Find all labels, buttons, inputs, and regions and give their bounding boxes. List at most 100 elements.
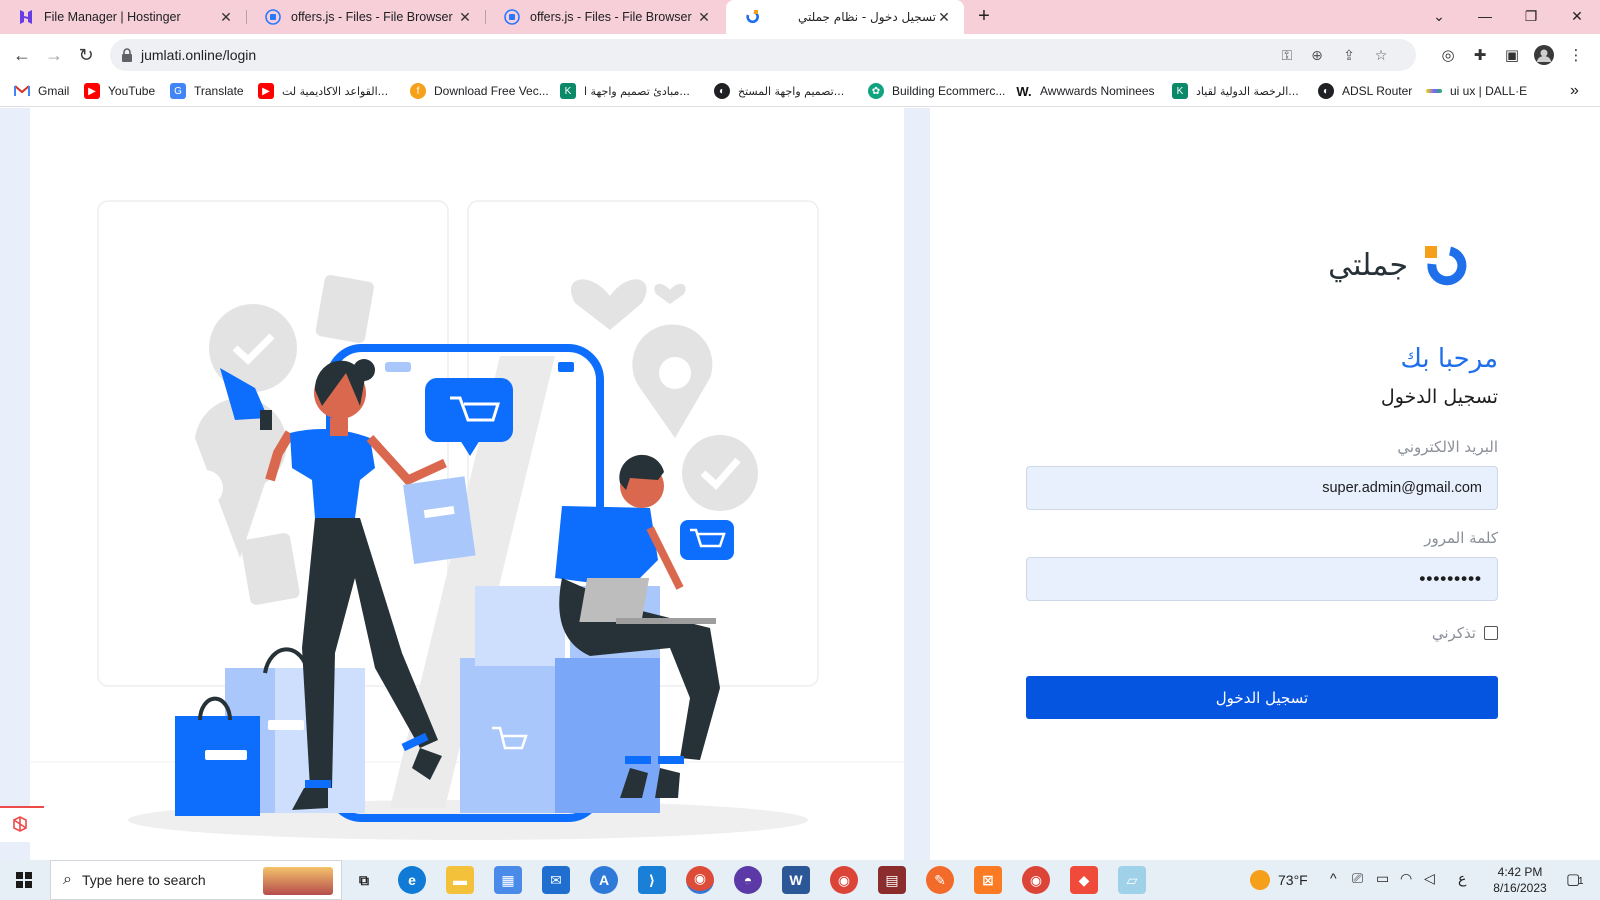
bookmark-label: الرخصة الدولية لقياد... bbox=[1196, 84, 1299, 98]
task-view-icon[interactable]: ⧉ bbox=[350, 866, 378, 894]
bookmark-label: تصميم واجهة المستخ... bbox=[738, 84, 845, 98]
word-icon[interactable]: W bbox=[782, 866, 810, 894]
extensions-puzzle-icon[interactable]: ✚ bbox=[1470, 45, 1490, 65]
bookmark-youtube[interactable]: ▶ YouTube bbox=[84, 82, 155, 100]
debugbar-icon[interactable] bbox=[0, 806, 44, 842]
lock-icon[interactable] bbox=[118, 46, 136, 64]
zoom-icon[interactable]: ⊕ bbox=[1308, 46, 1326, 64]
tab-offers-2[interactable]: offers.js - Files - File Browser ✕ bbox=[486, 0, 724, 34]
reload-icon[interactable]: ↻ bbox=[72, 41, 100, 69]
wifi-icon[interactable]: ◠ bbox=[1400, 870, 1412, 887]
edge-icon[interactable]: e bbox=[398, 866, 426, 894]
bookmark-label: Translate bbox=[194, 84, 244, 98]
tab-search-icon[interactable]: ⌄ bbox=[1416, 0, 1462, 32]
extension-icon[interactable]: ◎ bbox=[1438, 45, 1458, 65]
tab-title: File Manager | Hostinger bbox=[44, 10, 181, 24]
key-icon[interactable]: ⚿ bbox=[1278, 46, 1296, 64]
volume-icon[interactable]: ◁ bbox=[1424, 870, 1435, 887]
close-tab-icon[interactable]: ✕ bbox=[457, 9, 473, 25]
chatgpt-icon: ✿ bbox=[868, 83, 884, 99]
input-language[interactable]: ع bbox=[1458, 871, 1466, 887]
chrome-alt-icon[interactable]: ◉ bbox=[1022, 866, 1050, 894]
bookmark-chatgpt[interactable]: ✿ Building Ecommerc... bbox=[868, 82, 1005, 100]
tab-title: offers.js - Files - File Browser bbox=[530, 10, 692, 24]
postman-icon[interactable]: ✎ bbox=[926, 866, 954, 894]
url-text: jumlati.online/login bbox=[141, 47, 257, 63]
page-scrollbar[interactable] bbox=[1586, 108, 1600, 860]
back-icon[interactable]: ← bbox=[8, 41, 36, 69]
remember-label: تذكرني bbox=[1431, 624, 1476, 642]
restore-icon[interactable]: ❐ bbox=[1508, 0, 1554, 32]
email-label: البريد الالكتروني bbox=[1397, 438, 1498, 456]
bookmark-license[interactable]: K الرخصة الدولية لقياد... bbox=[1172, 82, 1299, 100]
bookmark-star-icon[interactable]: ☆ bbox=[1372, 46, 1390, 64]
close-tab-icon[interactable]: ✕ bbox=[218, 9, 234, 25]
login-form-panel: جملتي مرحبا بك تسجيل الدخول البريد الالك… bbox=[930, 108, 1600, 860]
login-submit-button[interactable]: تسجيل الدخول bbox=[1026, 676, 1498, 719]
bookmark-freepik[interactable]: f Download Free Vec... bbox=[410, 82, 549, 100]
w-icon: W. bbox=[1016, 83, 1032, 99]
tab-file-manager[interactable]: File Manager | Hostinger ✕ bbox=[0, 0, 246, 34]
notification-center-icon[interactable]: ▢ 1 bbox=[1566, 870, 1588, 890]
welcome-title: مرحبا بك bbox=[1400, 344, 1498, 374]
password-field[interactable]: ••••••••• bbox=[1026, 557, 1498, 601]
app-store-icon[interactable]: A bbox=[590, 866, 618, 894]
bookmark-gmail[interactable]: Gmail bbox=[14, 82, 69, 100]
close-tab-icon[interactable]: ✕ bbox=[936, 9, 952, 25]
bookmark-youtube-ar[interactable]: ▶ القواعد الاكاديمية لت... bbox=[258, 82, 388, 100]
xampp-icon[interactable]: ⊠ bbox=[974, 866, 1002, 894]
tab-offers-1[interactable]: offers.js - Files - File Browser ✕ bbox=[247, 0, 485, 34]
forward-icon[interactable]: → bbox=[40, 41, 68, 69]
anydesk-icon[interactable]: ◆ bbox=[1070, 866, 1098, 894]
search-placeholder: Type here to search bbox=[81, 872, 206, 888]
github-desktop-icon[interactable]: ◓ bbox=[734, 866, 762, 894]
weather-sun-icon[interactable] bbox=[1250, 870, 1270, 890]
remember-checkbox[interactable] bbox=[1484, 626, 1498, 640]
notepad-icon[interactable]: ▱ bbox=[1118, 866, 1146, 894]
bookmark-translate[interactable]: G Translate bbox=[170, 82, 244, 100]
weather-temp[interactable]: 73°F bbox=[1278, 872, 1308, 888]
store-icon[interactable]: ▦ bbox=[494, 866, 522, 894]
tab-strip: File Manager | Hostinger ✕ offers.js - F… bbox=[0, 0, 1600, 34]
mail-icon[interactable]: ✉ bbox=[542, 866, 570, 894]
bookmark-label: مبادئ تصميم واجهة ا... bbox=[584, 84, 690, 98]
meet-icon[interactable]: ⎚ bbox=[1352, 870, 1363, 887]
vscode-icon[interactable]: ⟩ bbox=[638, 866, 666, 894]
browser-toolbar: ← → ↻ jumlati.online/login ⚿ ⊕ ⇪ ☆ ◎ ✚ ▣… bbox=[0, 34, 1600, 75]
tray-chevron-icon[interactable]: ^ bbox=[1330, 870, 1337, 886]
address-bar[interactable]: jumlati.online/login ⚿ ⊕ ⇪ ☆ bbox=[110, 39, 1416, 71]
battery-icon[interactable]: ▭ bbox=[1376, 870, 1389, 887]
new-tab-button[interactable]: + bbox=[964, 0, 1004, 32]
bookmark-dalle[interactable]: ui ux | DALL·E bbox=[1426, 82, 1527, 100]
clock[interactable]: 4:42 PM 8/16/2023 bbox=[1480, 864, 1560, 896]
email-field[interactable]: super.admin@gmail.com bbox=[1026, 466, 1498, 510]
windows-start-icon[interactable] bbox=[10, 866, 38, 894]
close-window-icon[interactable]: ✕ bbox=[1554, 0, 1600, 32]
more-bookmarks-icon[interactable]: » bbox=[1570, 82, 1579, 100]
bookmark-label: ADSL Router bbox=[1342, 84, 1413, 98]
minimize-icon[interactable]: — bbox=[1462, 0, 1508, 32]
chrome-profile-icon[interactable]: ◉ bbox=[830, 866, 858, 894]
share-icon[interactable]: ⇪ bbox=[1340, 46, 1358, 64]
shopping-illustration bbox=[30, 200, 904, 840]
bookmark-awwwards[interactable]: W. Awwwards Nominees bbox=[1016, 82, 1154, 100]
bookmark-ux-design[interactable]: ◐ تصميم واجهة المستخ... bbox=[714, 82, 844, 100]
side-panel-icon[interactable]: ▣ bbox=[1502, 45, 1522, 65]
chrome-icon[interactable]: ◉ bbox=[686, 866, 714, 894]
close-tab-icon[interactable]: ✕ bbox=[696, 9, 712, 25]
windows-taskbar: ⌕ Type here to search ⧉ e ▬ ▦ ✉ A ⟩ ◉ ◓ … bbox=[0, 860, 1600, 900]
bookmark-ux-principles[interactable]: K مبادئ تصميم واجهة ا... bbox=[560, 82, 690, 100]
clock-time: 4:42 PM bbox=[1497, 865, 1543, 879]
tab-title: offers.js - Files - File Browser bbox=[291, 10, 453, 24]
taskbar-search-box[interactable]: ⌕ Type here to search bbox=[50, 860, 342, 900]
login-subtitle: تسجيل الدخول bbox=[1380, 386, 1498, 408]
bookmarks-bar: Gmail ▶ YouTube G Translate ▶ القواعد الاكا… bbox=[0, 75, 1600, 107]
file-explorer-icon[interactable]: ▬ bbox=[446, 866, 474, 894]
filebrowser-icon bbox=[504, 9, 520, 25]
tab-jumlati-login[interactable]: تسجيل دخول - نظام جملتي ✕ bbox=[726, 0, 964, 34]
winrar-icon[interactable]: ▤ bbox=[878, 866, 906, 894]
profile-avatar-icon[interactable] bbox=[1534, 45, 1554, 65]
menu-kebab-icon[interactable]: ⋮ bbox=[1566, 45, 1586, 65]
brand-name: جملتي bbox=[1328, 248, 1408, 283]
bookmark-adsl[interactable]: ◐ ADSL Router bbox=[1318, 82, 1412, 100]
